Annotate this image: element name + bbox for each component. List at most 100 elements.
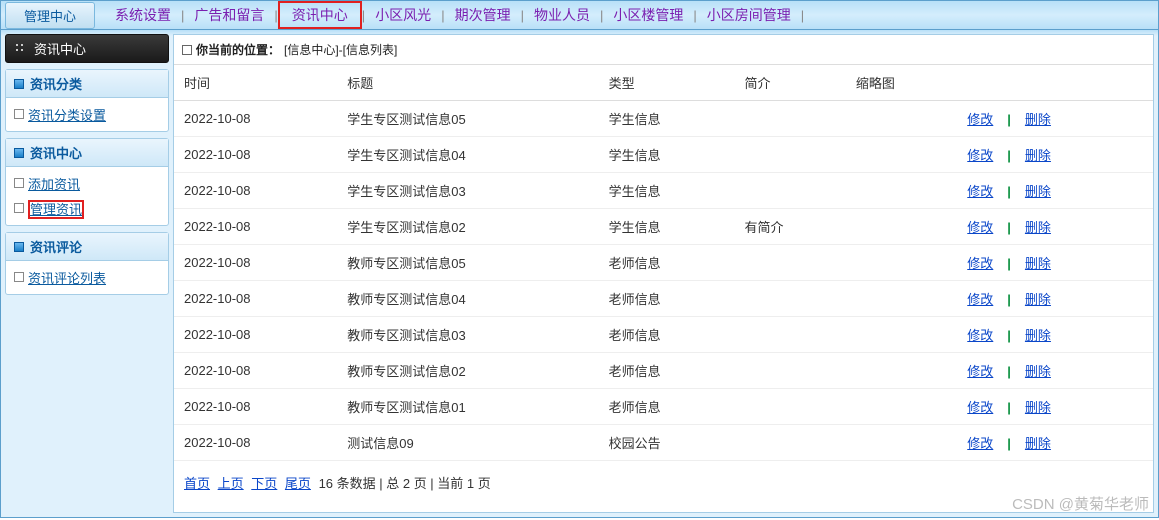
table-actions-cell: 修改|删除: [957, 209, 1153, 245]
pager-last[interactable]: 尾页: [285, 476, 311, 491]
delete-link[interactable]: 删除: [1025, 436, 1051, 451]
table-cell: [735, 101, 846, 137]
table-cell: 老师信息: [599, 389, 735, 425]
table-row: 2022-10-08教师专区测试信息03老师信息修改|删除: [174, 317, 1153, 353]
table-cell: [735, 425, 846, 461]
pager-first[interactable]: 首页: [184, 476, 210, 491]
table-cell: [846, 317, 957, 353]
edit-link[interactable]: 修改: [967, 292, 993, 307]
delete-link[interactable]: 删除: [1025, 400, 1051, 415]
sidebar-box-title: 资讯中心: [6, 139, 168, 167]
delete-link[interactable]: 删除: [1025, 112, 1051, 127]
table-cell: [735, 389, 846, 425]
nav-item[interactable]: 小区楼管理: [603, 5, 693, 25]
sidebar-box-title: 资讯评论: [6, 233, 168, 261]
table-row: 2022-10-08教师专区测试信息01老师信息修改|删除: [174, 389, 1153, 425]
sidebar-item[interactable]: 资讯分类设置: [6, 102, 168, 127]
delete-link[interactable]: 删除: [1025, 364, 1051, 379]
table-cell: [735, 353, 846, 389]
delete-link[interactable]: 删除: [1025, 256, 1051, 271]
pager: 首页 上页 下页 尾页 16 条数据 | 总 2 页 | 当前 1 页: [174, 461, 1153, 500]
sidebar-highlight: 管理资讯: [28, 200, 84, 219]
table-cell: [735, 173, 846, 209]
delete-link[interactable]: 删除: [1025, 292, 1051, 307]
sidebar-box: 资讯评论资讯评论列表: [5, 232, 169, 295]
table-cell: 2022-10-08: [174, 209, 337, 245]
table-actions-cell: 修改|删除: [957, 245, 1153, 281]
edit-link[interactable]: 修改: [967, 184, 993, 199]
sidebar-item-link[interactable]: 添加资讯: [28, 177, 80, 192]
edit-link[interactable]: 修改: [967, 256, 993, 271]
table-cell: 学生信息: [599, 173, 735, 209]
sidebar-item-link[interactable]: 资讯分类设置: [28, 108, 106, 123]
nav-item[interactable]: 期次管理: [445, 5, 521, 25]
sidebar-header-label: 资讯中心: [34, 39, 86, 58]
action-separator: |: [993, 220, 1025, 235]
table-cell: [846, 137, 957, 173]
nav-item[interactable]: 小区房间管理: [697, 5, 801, 25]
nav-links: 系统设置|广告和留言|资讯中心|小区风光|期次管理|物业人员|小区楼管理|小区房…: [105, 1, 804, 29]
sidebar-item-link[interactable]: 管理资讯: [30, 202, 82, 217]
table-cell: 2022-10-08: [174, 245, 337, 281]
delete-link[interactable]: 删除: [1025, 328, 1051, 343]
table-actions-cell: 修改|删除: [957, 101, 1153, 137]
delete-link[interactable]: 删除: [1025, 148, 1051, 163]
edit-link[interactable]: 修改: [967, 436, 993, 451]
sidebar-box: 资讯中心添加资讯管理资讯: [5, 138, 169, 226]
nav-item[interactable]: 物业人员: [524, 5, 600, 25]
edit-link[interactable]: 修改: [967, 400, 993, 415]
sidebar-item[interactable]: 资讯评论列表: [6, 265, 168, 290]
sidebar-item[interactable]: 管理资讯: [6, 196, 168, 221]
edit-link[interactable]: 修改: [967, 364, 993, 379]
edit-link[interactable]: 修改: [967, 148, 993, 163]
edit-link[interactable]: 修改: [967, 328, 993, 343]
delete-link[interactable]: 删除: [1025, 220, 1051, 235]
delete-link[interactable]: 删除: [1025, 184, 1051, 199]
table-cell: 2022-10-08: [174, 317, 337, 353]
table-cell: 2022-10-08: [174, 353, 337, 389]
table-row: 2022-10-08学生专区测试信息05学生信息修改|删除: [174, 101, 1153, 137]
square-icon: [14, 79, 24, 89]
nav-separator: |: [801, 8, 804, 23]
table-actions-cell: 修改|删除: [957, 137, 1153, 173]
table-header-cell: [957, 65, 1153, 101]
nav-highlight: 资讯中心: [278, 1, 362, 29]
table-row: 2022-10-08学生专区测试信息02学生信息有简介修改|删除: [174, 209, 1153, 245]
table-cell: 老师信息: [599, 245, 735, 281]
table-cell: [846, 101, 957, 137]
action-separator: |: [993, 112, 1025, 127]
action-separator: |: [993, 184, 1025, 199]
pager-next[interactable]: 下页: [251, 476, 277, 491]
edit-link[interactable]: 修改: [967, 220, 993, 235]
top-nav-bar: 管理中心 系统设置|广告和留言|资讯中心|小区风光|期次管理|物业人员|小区楼管…: [0, 0, 1159, 30]
table-cell: 2022-10-08: [174, 137, 337, 173]
data-table: 时间标题类型简介缩略图 2022-10-08学生专区测试信息05学生信息修改|删…: [174, 65, 1153, 461]
table-actions-cell: 修改|删除: [957, 317, 1153, 353]
table-row: 2022-10-08教师专区测试信息05老师信息修改|删除: [174, 245, 1153, 281]
table-cell: 学生信息: [599, 137, 735, 173]
nav-item[interactable]: 广告和留言: [184, 5, 274, 25]
table-cell: 教师专区测试信息04: [337, 281, 598, 317]
pager-prev[interactable]: 上页: [218, 476, 244, 491]
table-cell: 有简介: [735, 209, 846, 245]
action-separator: |: [993, 148, 1025, 163]
table-cell: 2022-10-08: [174, 101, 337, 137]
table-cell: 学生信息: [599, 209, 735, 245]
nav-item[interactable]: 资讯中心: [282, 7, 358, 23]
sidebar-item[interactable]: 添加资讯: [6, 171, 168, 196]
edit-link[interactable]: 修改: [967, 112, 993, 127]
table-row: 2022-10-08学生专区测试信息03学生信息修改|删除: [174, 173, 1153, 209]
manage-center-button[interactable]: 管理中心: [5, 2, 95, 29]
nav-item[interactable]: 小区风光: [365, 5, 441, 25]
table-cell: 老师信息: [599, 281, 735, 317]
table-actions-cell: 修改|删除: [957, 389, 1153, 425]
nav-item[interactable]: 系统设置: [105, 5, 181, 25]
watermark: CSDN @黄菊华老师: [1012, 493, 1149, 514]
main-area: 资讯中心 资讯分类资讯分类设置资讯中心添加资讯管理资讯资讯评论资讯评论列表 你当…: [0, 30, 1159, 518]
sidebar-header: 资讯中心: [5, 34, 169, 63]
table-header-cell: 缩略图: [846, 65, 957, 101]
action-separator: |: [993, 256, 1025, 271]
table-actions-cell: 修改|删除: [957, 353, 1153, 389]
sidebar-item-link[interactable]: 资讯评论列表: [28, 271, 106, 286]
table-cell: [846, 353, 957, 389]
